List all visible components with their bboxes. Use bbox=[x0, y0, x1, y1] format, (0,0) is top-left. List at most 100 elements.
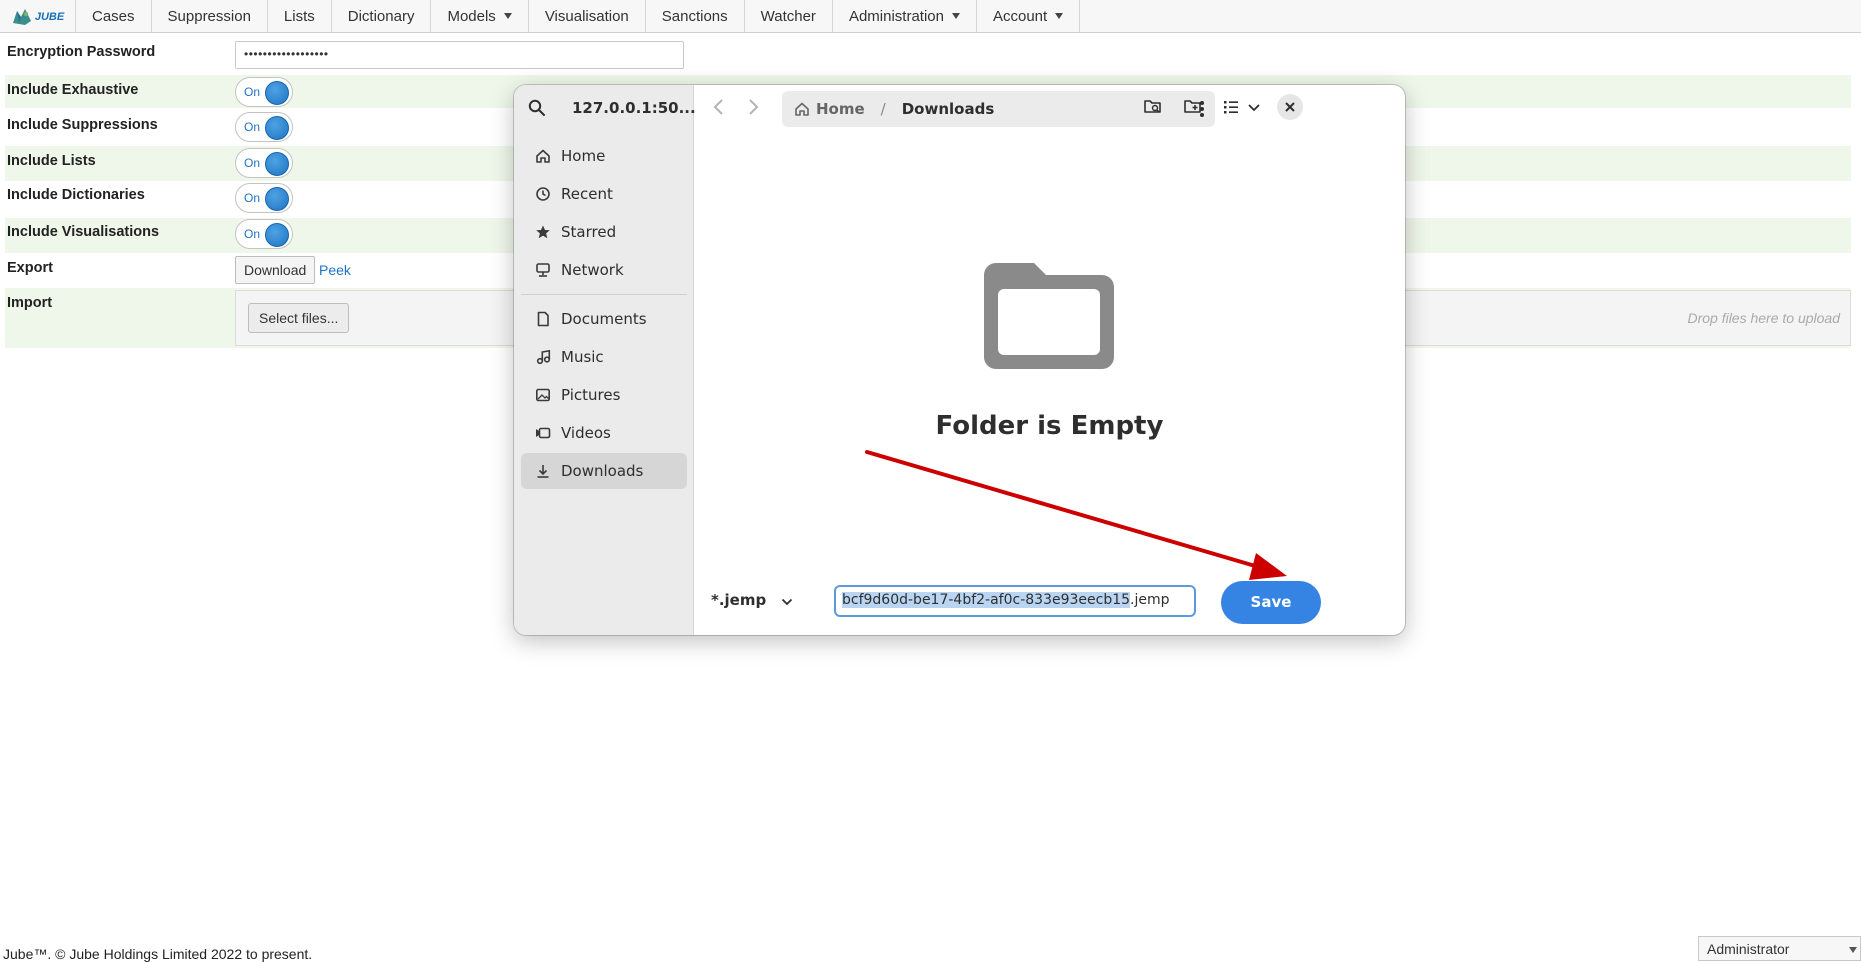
sidebar-item-network[interactable]: Network bbox=[521, 252, 687, 288]
toggle-state: On bbox=[244, 156, 261, 170]
chevron-down-icon[interactable] bbox=[781, 597, 793, 607]
sidebar-item-label: Home bbox=[561, 147, 606, 165]
select-files-button[interactable]: Select files... bbox=[248, 303, 350, 333]
sidebar-item-label: Videos bbox=[561, 424, 611, 442]
sidebar-item-music[interactable]: Music bbox=[521, 339, 687, 375]
include-suppressions-toggle[interactable]: On bbox=[235, 112, 293, 142]
field-label: Import bbox=[7, 295, 53, 311]
nav-account[interactable]: Account bbox=[977, 0, 1081, 32]
home-icon bbox=[795, 102, 809, 116]
nav-suppression[interactable]: Suppression bbox=[152, 0, 268, 32]
role-select[interactable]: Administrator bbox=[1698, 936, 1861, 961]
file-type-filter[interactable]: *.jemp bbox=[711, 591, 766, 609]
sidebar-item-label: Starred bbox=[561, 223, 617, 241]
breadcrumb-current[interactable]: Downloads bbox=[902, 100, 995, 118]
nav-administration[interactable]: Administration bbox=[833, 0, 977, 32]
field-label: Include Visualisations bbox=[7, 224, 160, 240]
sidebar-item-downloads[interactable]: Downloads bbox=[521, 453, 687, 489]
sidebar-item-pictures[interactable]: Pictures bbox=[521, 377, 687, 413]
empty-folder-message: Folder is Empty bbox=[935, 411, 1164, 441]
nav-visualisation[interactable]: Visualisation bbox=[529, 0, 646, 32]
nav-label: Models bbox=[447, 7, 496, 25]
include-dictionaries-toggle[interactable]: On bbox=[235, 183, 293, 213]
sidebar-item-starred[interactable]: Starred bbox=[521, 214, 687, 250]
caret-down-icon bbox=[1055, 13, 1064, 19]
toggle-knob bbox=[265, 187, 289, 211]
sidebar-item-label: Downloads bbox=[561, 462, 644, 480]
peek-link[interactable]: Peek bbox=[319, 262, 351, 278]
field-label: Export bbox=[7, 260, 53, 276]
breadcrumb-separator: / bbox=[880, 100, 886, 118]
footer-copyright: Jube™. © Jube Holdings Limited 2022 to p… bbox=[3, 946, 313, 962]
nav-dictionary[interactable]: Dictionary bbox=[332, 0, 432, 32]
nav-label: Cases bbox=[92, 7, 135, 25]
sidebar-item-home[interactable]: Home bbox=[521, 138, 687, 174]
nav-label: Dictionary bbox=[347, 7, 415, 25]
save-file-dialog: 127.0.0.1:50... Home Recent Starred Netw… bbox=[514, 85, 1405, 635]
field-label: Encryption Password bbox=[7, 44, 156, 60]
download-button[interactable]: Download bbox=[235, 256, 316, 284]
include-visualisations-toggle[interactable]: On bbox=[235, 219, 293, 249]
nav-models[interactable]: Models bbox=[431, 0, 529, 32]
nav-label: Sanctions bbox=[661, 7, 728, 25]
toggle-knob bbox=[265, 152, 289, 176]
new-folder-icon[interactable] bbox=[1183, 98, 1203, 116]
filename-input[interactable]: bcf9d60d-be17-4bf2-af0c-833e93eecb15.jem… bbox=[834, 585, 1196, 617]
nav-label: Lists bbox=[283, 7, 315, 25]
dialog-sidebar: 127.0.0.1:50... Home Recent Starred Netw… bbox=[514, 85, 696, 635]
sidebar-item-label: Music bbox=[561, 348, 604, 366]
caret-down-icon bbox=[951, 13, 960, 19]
toggle-state: On bbox=[244, 191, 261, 205]
sidebar-divider bbox=[521, 294, 687, 295]
sidebar-item-label: Pictures bbox=[561, 386, 621, 404]
download-icon bbox=[537, 465, 549, 478]
role-value: Administrator bbox=[1707, 941, 1790, 957]
close-button[interactable] bbox=[1277, 94, 1303, 120]
save-button[interactable]: Save bbox=[1221, 581, 1321, 624]
top-navbar: JUBE Cases Suppression Lists Dictionary … bbox=[0, 0, 1861, 33]
nav-sanctions[interactable]: Sanctions bbox=[646, 0, 745, 32]
nav-watcher[interactable]: Watcher bbox=[745, 0, 833, 32]
include-lists-toggle[interactable]: On bbox=[235, 148, 293, 178]
sidebar-item-documents[interactable]: Documents bbox=[521, 301, 687, 337]
caret-down-icon bbox=[503, 13, 512, 19]
nav-label: Account bbox=[992, 7, 1048, 25]
video-icon bbox=[536, 427, 551, 439]
include-exhaustive-toggle[interactable]: On bbox=[235, 77, 293, 107]
field-label: Include Dictionaries bbox=[7, 187, 145, 203]
nav-label: Visualisation bbox=[544, 7, 629, 25]
nav-label: Suppression bbox=[167, 7, 251, 25]
breadcrumb-home[interactable]: Home bbox=[794, 100, 865, 118]
sidebar-item-recent[interactable]: Recent bbox=[521, 176, 687, 212]
back-icon[interactable] bbox=[712, 98, 726, 116]
picture-icon bbox=[535, 388, 550, 402]
toggle-state: On bbox=[244, 85, 261, 99]
nav-label: Watcher bbox=[760, 7, 816, 25]
toggle-state: On bbox=[244, 120, 261, 134]
close-icon bbox=[1285, 102, 1295, 112]
toggle-state: On bbox=[244, 227, 261, 241]
sidebar-item-label: Documents bbox=[561, 310, 647, 328]
toggle-knob bbox=[265, 223, 289, 247]
filename-selected-text: bcf9d60d-be17-4bf2-af0c-833e93eecb15 bbox=[842, 592, 1131, 608]
star-icon bbox=[536, 225, 550, 239]
sidebar-item-label: Network bbox=[561, 261, 624, 279]
chevron-down-icon[interactable] bbox=[1247, 98, 1261, 116]
jube-logo[interactable]: JUBE bbox=[0, 0, 76, 33]
sidebar-item-videos[interactable]: Videos bbox=[521, 415, 687, 451]
list-view-icon[interactable] bbox=[1222, 98, 1240, 116]
logo-icon bbox=[12, 8, 31, 25]
encryption-password-input[interactable]: •••••••••••••••••• bbox=[235, 41, 684, 69]
home-icon bbox=[536, 149, 550, 163]
nav-cases[interactable]: Cases bbox=[76, 0, 152, 32]
field-label: Include Exhaustive bbox=[7, 82, 139, 98]
forward-icon[interactable] bbox=[746, 98, 760, 116]
search-folder-icon[interactable] bbox=[1143, 98, 1163, 116]
sidebar-item-label: Recent bbox=[561, 185, 613, 203]
search-icon[interactable] bbox=[528, 99, 546, 117]
nav-label: Administration bbox=[848, 7, 944, 25]
nav-lists[interactable]: Lists bbox=[268, 0, 332, 32]
location-title: 127.0.0.1:50... bbox=[572, 99, 696, 117]
document-icon bbox=[537, 311, 549, 327]
field-label: Include Lists bbox=[7, 153, 96, 169]
